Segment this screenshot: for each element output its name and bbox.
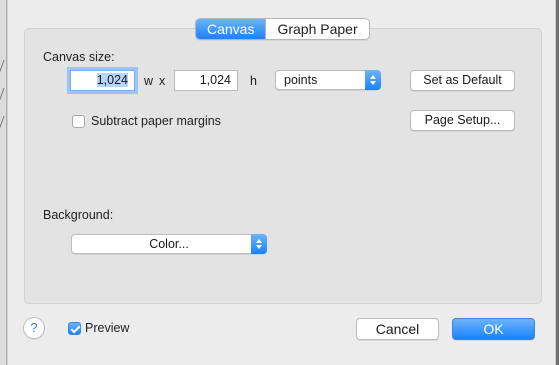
popup-arrows-icon [365,70,381,90]
units-popup[interactable]: points [275,70,381,90]
tab-bar: Canvas Graph Paper [195,18,370,40]
question-mark-icon: ? [30,320,38,335]
width-unit-label: w [144,74,154,88]
height-unit-label: h [250,74,257,88]
times-label: x [159,74,166,88]
subtract-margins-label: Subtract paper margins [91,114,221,128]
cancel-button[interactable]: Cancel [356,318,439,340]
background-popup[interactable]: Color... [71,234,267,254]
background-label: Background: [43,208,114,222]
canvas-height-field[interactable]: 1,024 [174,70,238,91]
document-setup-sheet: Canvas size: 1,024 w x 1,024 h points Se… [7,0,556,365]
preview-checkbox[interactable] [68,322,81,335]
page-setup-button[interactable]: Page Setup... [410,110,515,131]
tab-graph-paper[interactable]: Graph Paper [265,19,369,39]
subtract-margins-checkbox[interactable] [72,115,85,128]
help-button[interactable]: ? [23,317,45,339]
units-popup-value: points [284,73,318,87]
background-window-edge [0,0,9,365]
canvas-width-value: 1,024 [96,73,128,87]
tab-canvas[interactable]: Canvas [196,19,266,39]
ok-button[interactable]: OK [452,318,535,340]
preview-label: Preview [85,321,130,335]
canvas-height-value: 1,024 [199,73,231,87]
background-popup-value: Color... [149,237,189,251]
set-as-default-button[interactable]: Set as Default [410,70,515,91]
popup-arrows-icon [251,234,267,254]
canvas-width-field[interactable]: 1,024 [70,70,135,91]
canvas-size-label: Canvas size: [43,50,115,64]
settings-group-box: Canvas size: 1,024 w x 1,024 h points Se… [24,28,542,304]
